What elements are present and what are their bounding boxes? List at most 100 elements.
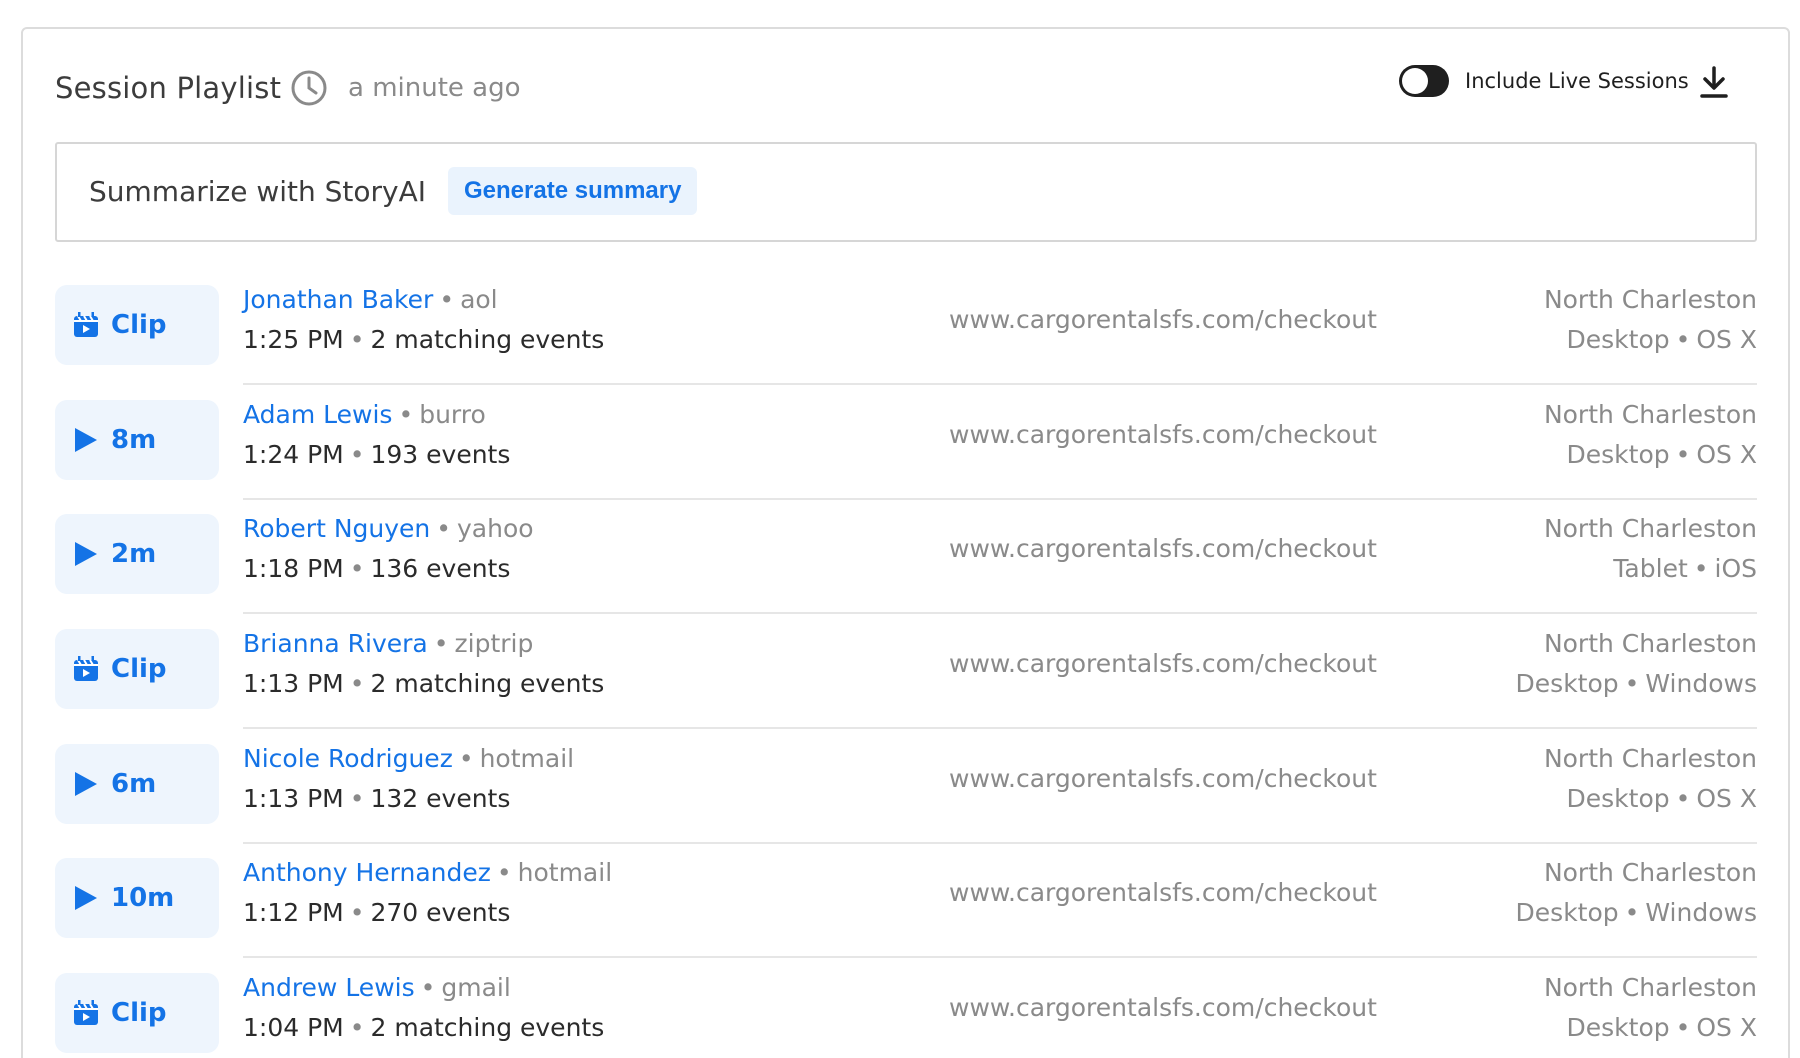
event-line: 1:04 PM • 2 matching events (243, 1011, 604, 1045)
session-row[interactable]: Clip Andrew Lewis • gmail 1:04 PM • 2 matchi… (55, 971, 1757, 1058)
event-line: 1:13 PM • 2 matching events (243, 667, 604, 701)
clip-icon (74, 656, 98, 682)
page-url: www.cargorentalsfs.com/checkout (949, 878, 1377, 908)
event-line: 1:13 PM • 132 events (243, 782, 510, 816)
user-name-link[interactable]: Robert Nguyen (243, 514, 430, 543)
separator-dot: • (349, 898, 365, 928)
user-line: Robert Nguyen • yahoo (243, 512, 534, 546)
device-type: Tablet (1613, 554, 1688, 584)
email-provider: gmail (441, 973, 511, 1003)
page-url: www.cargorentalsfs.com/checkout (949, 993, 1377, 1023)
device-info: Desktop • OS X (1567, 782, 1757, 816)
operating-system: Windows (1645, 898, 1757, 928)
play-icon (75, 542, 97, 567)
event-line: 1:18 PM • 136 events (243, 552, 510, 586)
row-divider (243, 956, 1757, 959)
event-count: 2 matching events (370, 325, 605, 354)
separator-dot: • (349, 669, 365, 699)
summary-label: Summarize with StoryAI (89, 175, 427, 208)
user-name-link[interactable]: Jonathan Baker (243, 285, 433, 314)
page-url: www.cargorentalsfs.com/checkout (949, 534, 1377, 564)
device-type: Desktop (1515, 898, 1619, 928)
separator-dot: • (349, 325, 365, 354)
session-location: North Charleston (1543, 514, 1757, 544)
email-provider: hotmail (517, 858, 613, 888)
download-icon[interactable] (1699, 65, 1729, 99)
operating-system: OS X (1696, 1013, 1757, 1043)
separator-dot: • (1675, 1013, 1691, 1043)
play-button-label: Clip (111, 654, 167, 685)
separator-dot: • (420, 973, 436, 1003)
play-session-button[interactable]: Clip (55, 973, 219, 1054)
user-line: Jonathan Baker • aol (243, 283, 498, 317)
separator-dot: • (1675, 439, 1691, 469)
session-time: 1:04 PM (243, 1013, 344, 1043)
event-count: 193 events (370, 439, 511, 469)
session-time: 1:12 PM (243, 898, 344, 928)
separator-dot: • (1675, 325, 1691, 354)
separator-dot: • (1675, 783, 1691, 813)
session-time: 1:13 PM (243, 669, 344, 699)
user-name-link[interactable]: Andrew Lewis (243, 973, 415, 1002)
user-name-link[interactable]: Anthony Hernandez (243, 858, 491, 887)
separator-dot: • (349, 554, 365, 584)
session-location: North Charleston (1543, 629, 1757, 659)
event-line: 1:25 PM • 2 matching events (243, 323, 604, 357)
user-name-link[interactable]: Nicole Rodriguez (243, 744, 453, 773)
play-session-button[interactable]: 8m (55, 399, 219, 480)
device-type: Desktop (1566, 783, 1670, 813)
session-row[interactable]: 10m Anthony Hernandez • hotmail 1:12 PM • 27… (55, 856, 1757, 971)
page-url: www.cargorentalsfs.com/checkout (949, 305, 1377, 334)
user-line: Nicole Rodriguez • hotmail (243, 742, 574, 776)
separator-dot: • (433, 629, 449, 659)
play-icon (75, 886, 97, 911)
include-live-sessions-toggle[interactable] (1399, 65, 1449, 97)
play-button-label: 2m (111, 539, 157, 570)
separator-dot: • (1693, 554, 1709, 584)
page-url: www.cargorentalsfs.com/checkout (949, 763, 1377, 793)
session-time: 1:18 PM (243, 554, 344, 584)
play-session-button[interactable]: 6m (55, 743, 219, 824)
play-button-label: 8m (111, 424, 157, 455)
row-divider (243, 841, 1757, 844)
session-row[interactable]: Clip Jonathan Baker • aol 1:25 PM • 2 matchi… (55, 283, 1757, 398)
separator-dot: • (436, 514, 452, 544)
last-updated-text: a minute ago (348, 73, 521, 103)
session-row[interactable]: 6m Nicole Rodriguez • hotmail 1:13 PM • 132 … (55, 742, 1757, 857)
session-time: 1:13 PM (243, 783, 344, 813)
play-session-button[interactable]: 2m (55, 514, 219, 595)
session-time: 1:24 PM (243, 439, 344, 469)
separator-dot: • (458, 743, 474, 773)
clip-icon (74, 1000, 98, 1026)
play-session-button[interactable]: 10m (55, 858, 219, 939)
row-divider (243, 727, 1757, 730)
separator-dot: • (398, 399, 414, 429)
play-button-label: Clip (111, 998, 167, 1029)
play-session-button[interactable]: Clip (55, 629, 219, 710)
session-row[interactable]: 8m Adam Lewis • burro 1:24 PM • 193 events w… (55, 398, 1757, 513)
email-provider: aol (460, 285, 498, 314)
session-location: North Charleston (1543, 973, 1757, 1003)
session-row[interactable]: Clip Brianna Rivera • ziptrip 1:13 PM • 2 ma… (55, 627, 1757, 742)
device-info: Desktop • Windows (1516, 667, 1757, 701)
session-time: 1:25 PM (243, 325, 344, 354)
generate-summary-button[interactable]: Generate summary (448, 167, 698, 215)
email-provider: yahoo (457, 514, 534, 544)
row-divider (243, 497, 1757, 500)
clip-icon (74, 312, 98, 337)
device-info: Desktop • OS X (1567, 438, 1757, 472)
device-type: Desktop (1566, 439, 1670, 469)
device-info: Desktop • OS X (1567, 323, 1757, 357)
play-button-label: 6m (111, 768, 157, 799)
user-name-link[interactable]: Adam Lewis (243, 400, 392, 429)
session-row[interactable]: 2m Robert Nguyen • yahoo 1:18 PM • 136 event… (55, 512, 1757, 627)
separator-dot: • (349, 783, 365, 813)
operating-system: iOS (1714, 554, 1758, 584)
play-button-label: Clip (111, 310, 167, 340)
device-type: Desktop (1566, 325, 1670, 354)
event-count: 2 matching events (370, 1013, 605, 1043)
user-name-link[interactable]: Brianna Rivera (243, 629, 428, 658)
session-location: North Charleston (1543, 285, 1757, 314)
play-icon (75, 427, 97, 452)
play-session-button[interactable]: Clip (55, 285, 219, 365)
